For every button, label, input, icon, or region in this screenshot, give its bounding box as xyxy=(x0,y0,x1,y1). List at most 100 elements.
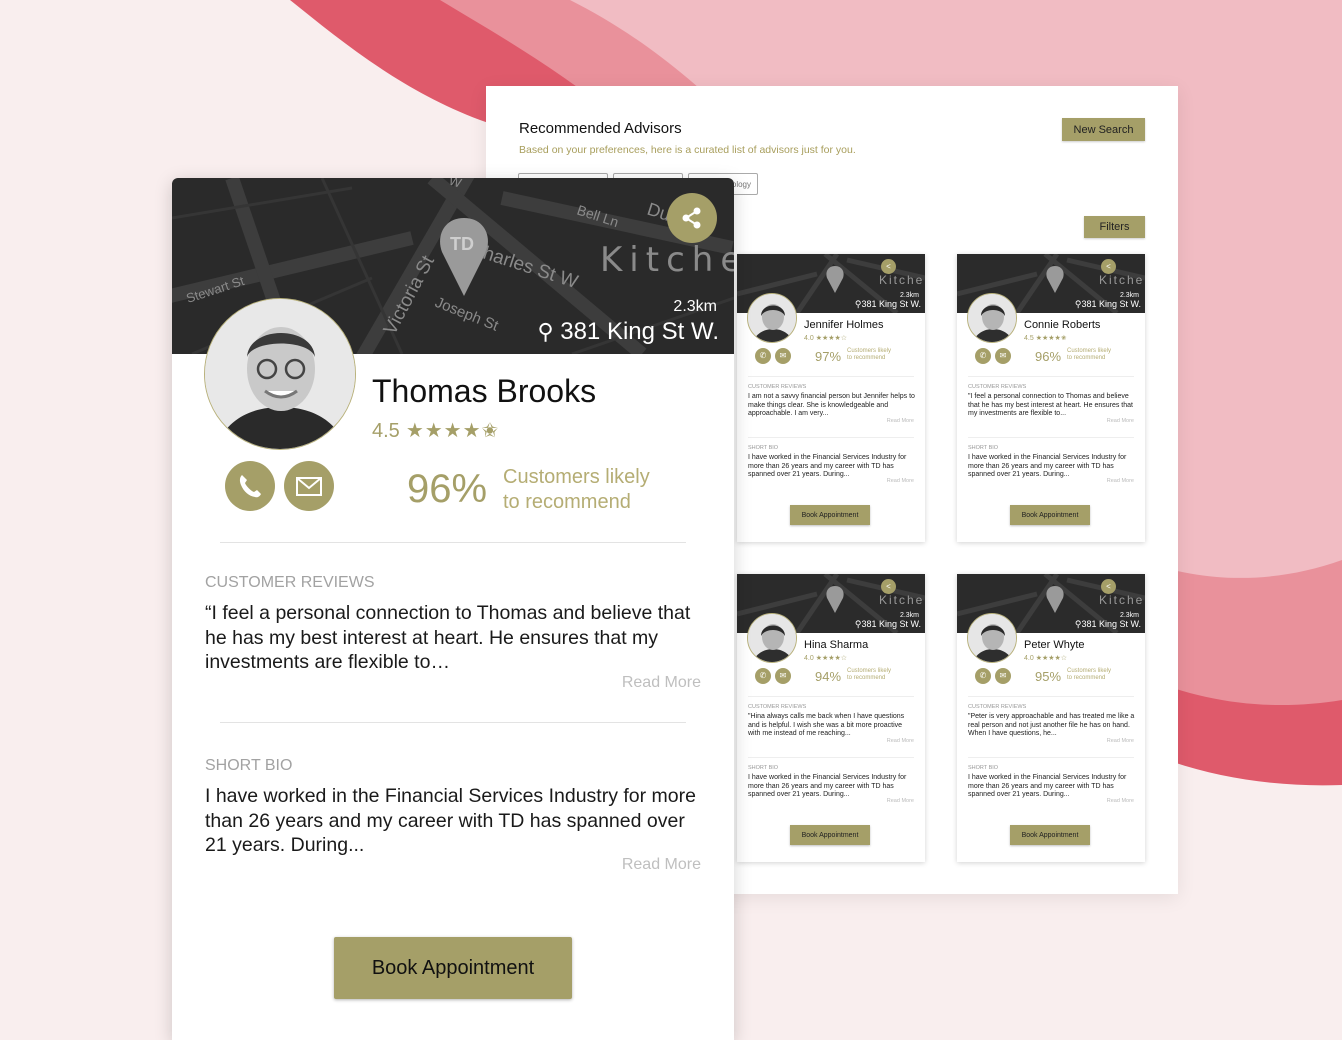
avatar xyxy=(747,293,797,343)
review-text: I am not a savvy financial person but Je… xyxy=(748,393,915,417)
divider xyxy=(968,437,1134,438)
read-more-link[interactable]: Read More xyxy=(887,798,914,804)
recommend-label: Customers likely to recommend xyxy=(1067,348,1112,361)
address: ⚲381 King St W. xyxy=(854,619,921,629)
read-more-link[interactable]: Read More xyxy=(887,418,914,424)
call-button[interactable] xyxy=(225,461,275,511)
panel-subtitle: Based on your preferences, here is a cur… xyxy=(519,144,856,156)
email-button[interactable] xyxy=(284,461,334,511)
advisor-card: Kitche < 2.3km ⚲381 King St W. Jennifer … xyxy=(737,254,925,542)
bio-heading: SHORT BIO xyxy=(748,445,779,451)
share-button[interactable]: < xyxy=(1101,579,1116,594)
email-button[interactable]: ✉ xyxy=(995,348,1011,364)
read-more-link[interactable]: Read More xyxy=(1107,418,1134,424)
mail-icon: ✉ xyxy=(999,671,1007,680)
divider xyxy=(748,376,914,377)
phone-icon: ✆ xyxy=(979,351,987,360)
share-button[interactable]: < xyxy=(881,579,896,594)
bio-text: I have worked in the Financial Services … xyxy=(748,774,907,798)
new-search-button[interactable]: New Search xyxy=(1062,118,1145,141)
recommend-label: Customers likely to recommend xyxy=(847,668,892,681)
read-more-link[interactable]: Read More xyxy=(887,738,914,744)
divider xyxy=(220,722,686,723)
street-label: Joseph St xyxy=(433,294,502,335)
email-button[interactable]: ✉ xyxy=(995,668,1011,684)
avatar xyxy=(967,293,1017,343)
book-appointment-button[interactable]: Book Appointment xyxy=(334,937,572,999)
recommend-label: Customers likely to recommend xyxy=(503,466,650,513)
filters-button[interactable]: Filters xyxy=(1084,216,1145,238)
review-text: "I feel a personal connection to Thomas … xyxy=(968,393,1133,417)
share-button[interactable] xyxy=(667,193,717,243)
read-more-link[interactable]: Read More xyxy=(1107,478,1134,484)
bio-text: I have worked in the Financial Services … xyxy=(968,454,1127,478)
share-button[interactable]: < xyxy=(1101,259,1116,274)
bio-text: I have worked in the Financial Services … xyxy=(205,785,696,856)
divider xyxy=(220,542,686,543)
map-city-label: Kitche xyxy=(1099,593,1145,607)
address: ⚲381 King St W. xyxy=(854,299,921,309)
avatar xyxy=(967,613,1017,663)
phone-icon: ✆ xyxy=(759,671,767,680)
distance: 2.3km xyxy=(1119,292,1139,299)
advisor-name: Jennifer Holmes xyxy=(804,319,884,331)
review-text: "Hina always calls me back when I have q… xyxy=(748,713,905,737)
call-button[interactable]: ✆ xyxy=(755,668,771,684)
phone-icon xyxy=(239,475,261,498)
read-more-link[interactable]: Read More xyxy=(1107,738,1134,744)
reviews-heading: CUSTOMER REVIEWS xyxy=(205,574,375,591)
read-more-link[interactable]: Read More xyxy=(622,856,701,874)
book-appointment-button[interactable]: Book Appointment xyxy=(790,825,870,845)
reviews-heading: CUSTOMER REVIEWS xyxy=(748,384,807,390)
map-city-label: Kitche xyxy=(1099,273,1145,287)
address: ⚲381 King St W. xyxy=(1074,299,1141,309)
featured-advisor-card: TD Stewart St Victoria St harles St W Jo… xyxy=(172,178,734,1040)
review-text: "Peter is very approachable and has trea… xyxy=(968,713,1135,737)
phone-icon: ✆ xyxy=(759,351,767,360)
recommend-percent: 95% xyxy=(1035,669,1062,684)
call-button[interactable]: ✆ xyxy=(975,348,991,364)
panel-title: Recommended Advisors xyxy=(519,120,682,137)
distance: 2.3km xyxy=(899,292,919,299)
share-button[interactable]: < xyxy=(881,259,896,274)
advisor-name: Peter Whyte xyxy=(1024,639,1085,651)
share-icon: < xyxy=(886,582,891,591)
review-text: “I feel a personal connection to Thomas … xyxy=(205,602,691,673)
call-button[interactable]: ✆ xyxy=(975,668,991,684)
map-city-label: Kitche xyxy=(879,273,925,287)
advisor-name: Thomas Brooks xyxy=(372,373,597,409)
advisor-card: Kitche < 2.3km ⚲381 King St W. Peter Why… xyxy=(957,574,1145,862)
call-button[interactable]: ✆ xyxy=(755,348,771,364)
advisor-name: Connie Roberts xyxy=(1024,319,1101,331)
avatar xyxy=(747,613,797,663)
reviews-heading: CUSTOMER REVIEWS xyxy=(968,704,1027,710)
rating: 4.0 ★★★★☆ xyxy=(1024,655,1068,662)
bio-text: I have worked in the Financial Services … xyxy=(968,774,1127,798)
divider xyxy=(748,437,914,438)
bio-heading: SHORT BIO xyxy=(748,765,779,771)
advisor-name: Hina Sharma xyxy=(804,639,869,651)
read-more-link[interactable]: Read More xyxy=(887,478,914,484)
advisor-card: Kitche < 2.3km ⚲381 King St W. Hina Shar… xyxy=(737,574,925,862)
mail-icon xyxy=(296,477,322,496)
recommend-percent: 94% xyxy=(815,669,842,684)
rating: 4.0 ★★★★☆ xyxy=(804,655,848,662)
mail-icon: ✉ xyxy=(999,351,1007,360)
share-icon: < xyxy=(1106,262,1111,271)
distance: 2.3km xyxy=(673,298,717,315)
email-button[interactable]: ✉ xyxy=(775,668,791,684)
distance: 2.3km xyxy=(1119,612,1139,619)
book-appointment-button[interactable]: Book Appointment xyxy=(790,505,870,525)
divider xyxy=(968,376,1134,377)
reviews-heading: CUSTOMER REVIEWS xyxy=(748,704,807,710)
email-button[interactable]: ✉ xyxy=(775,348,791,364)
book-appointment-button[interactable]: Book Appointment xyxy=(1010,825,1090,845)
rating: 4.5 ★★★★✬ xyxy=(372,420,500,442)
book-appointment-button[interactable]: Book Appointment xyxy=(1010,505,1090,525)
read-more-link[interactable]: Read More xyxy=(622,674,701,692)
share-icon xyxy=(682,207,701,229)
divider xyxy=(968,696,1134,697)
read-more-link[interactable]: Read More xyxy=(1107,798,1134,804)
recommend-percent: 97% xyxy=(815,349,842,364)
divider xyxy=(968,757,1134,758)
